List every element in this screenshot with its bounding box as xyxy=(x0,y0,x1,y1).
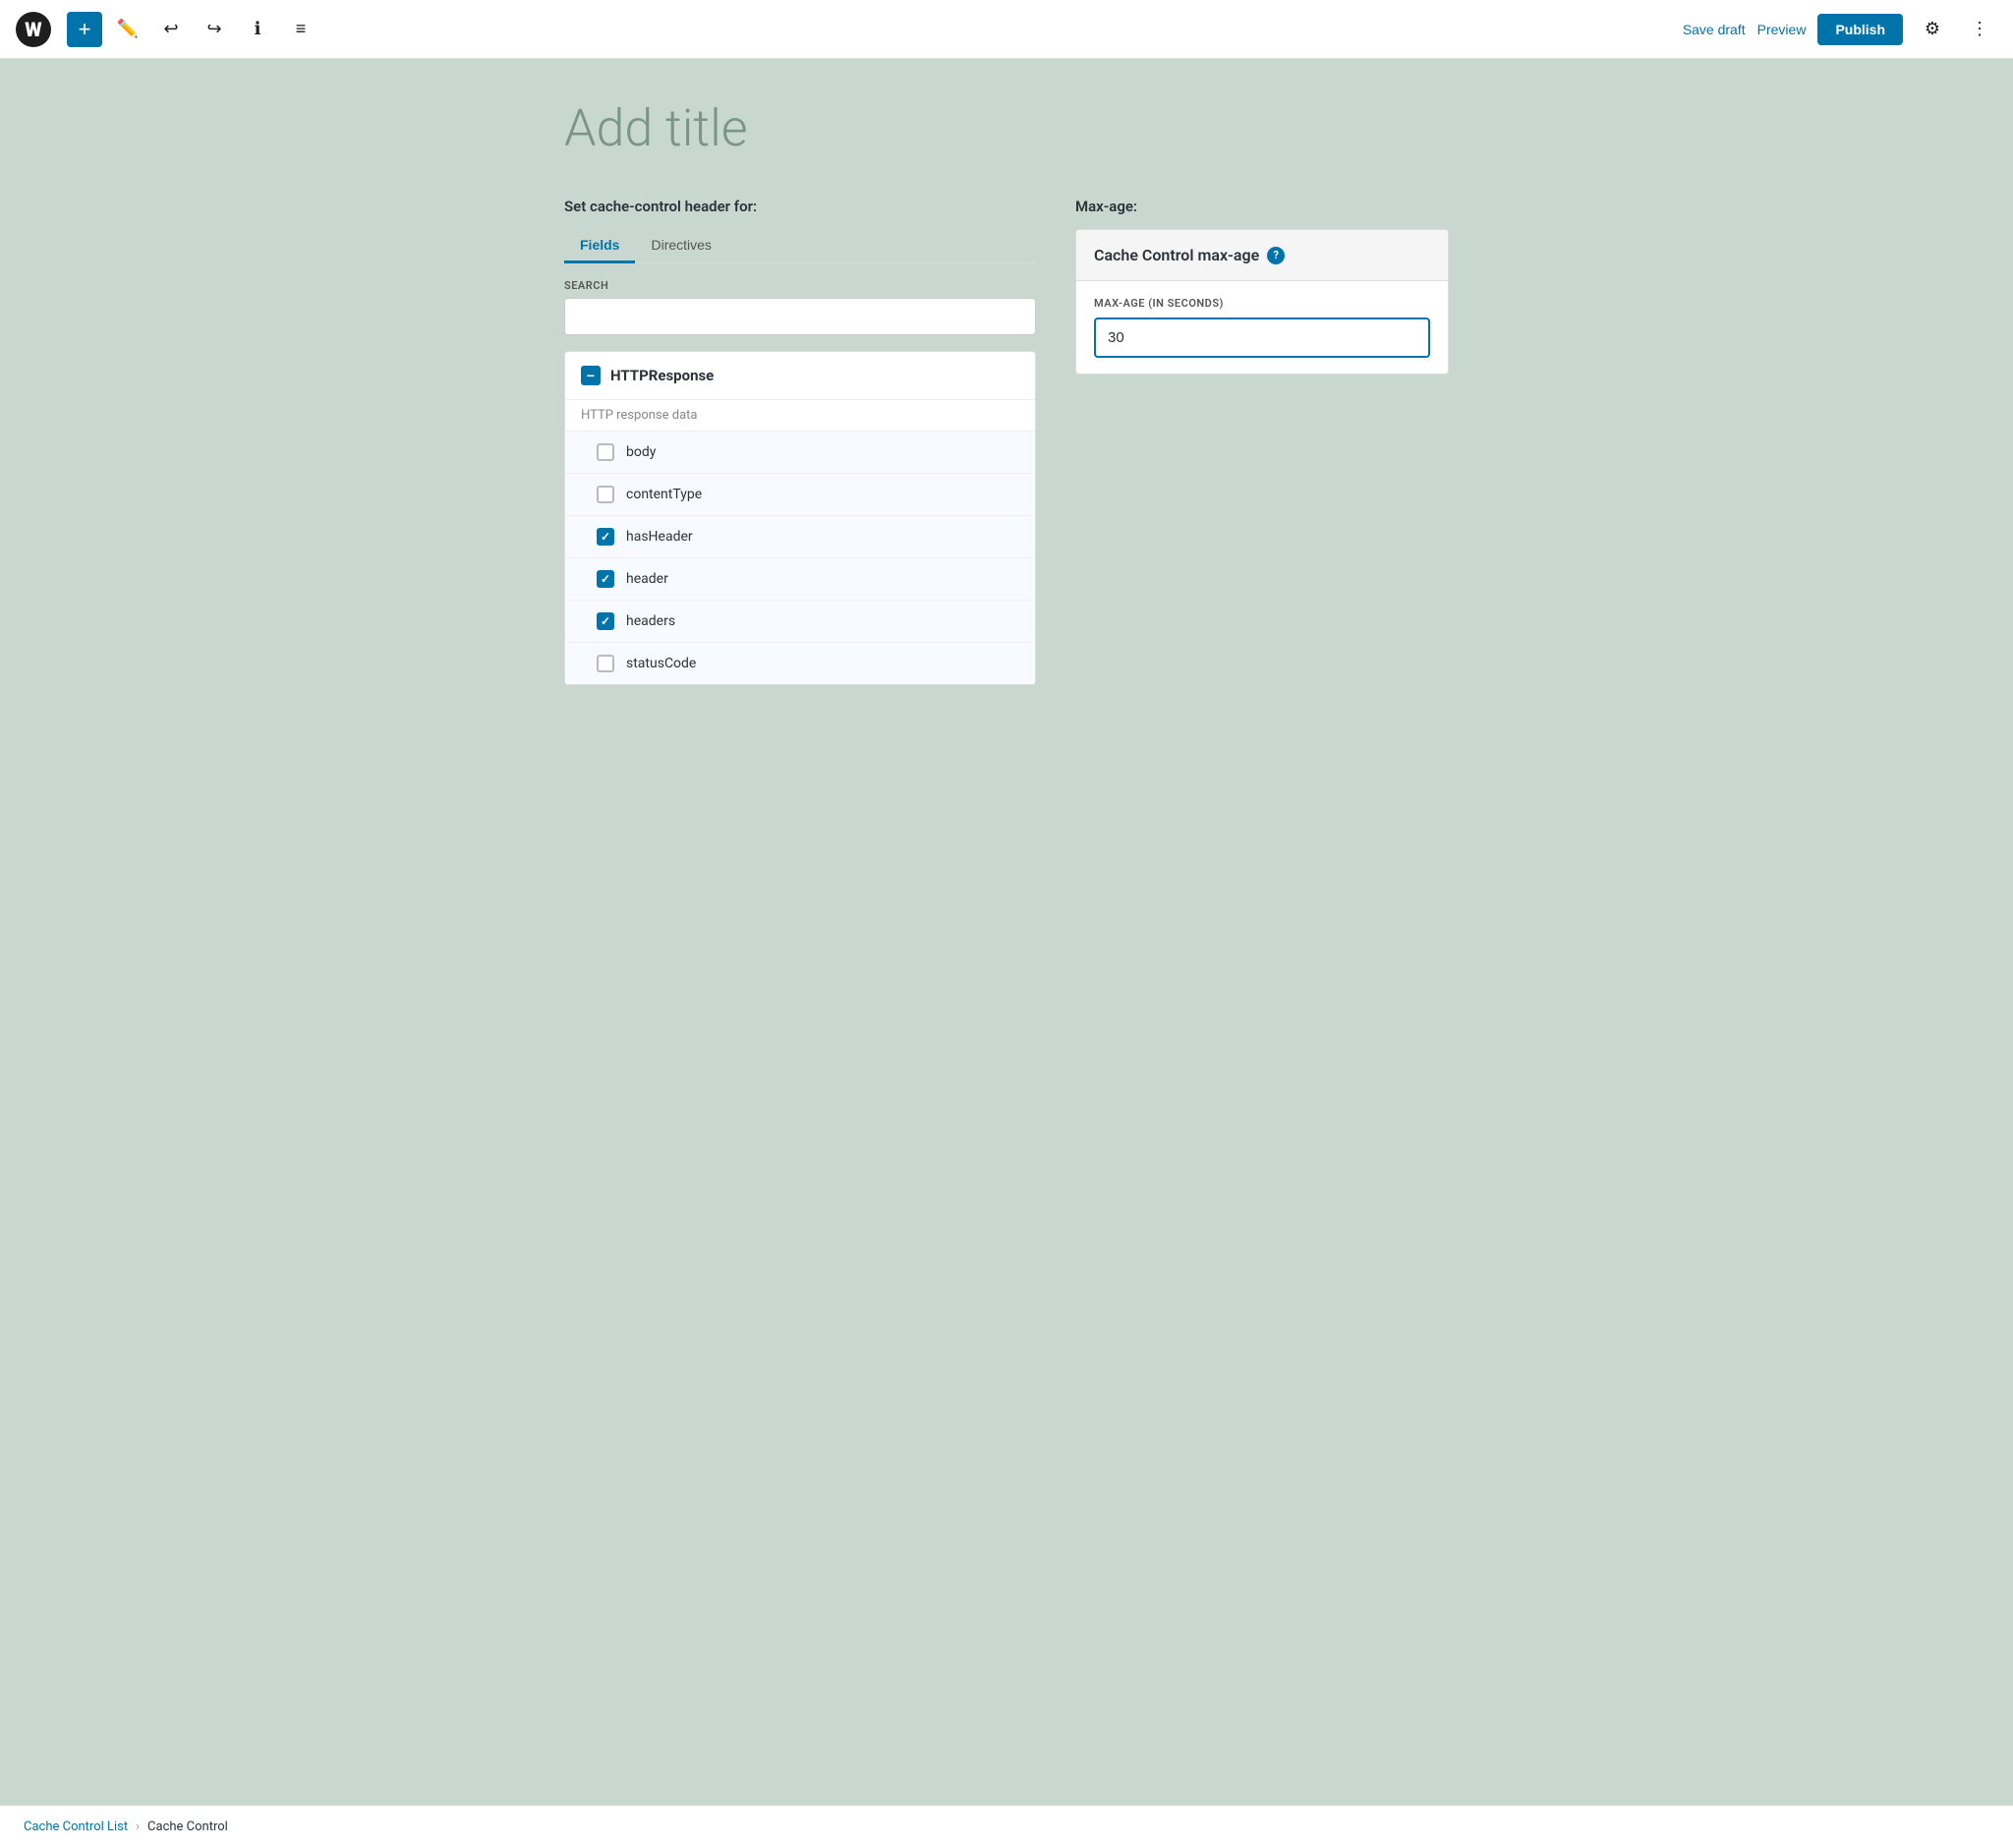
info-button[interactable]: ℹ xyxy=(240,12,275,47)
checkbox-statuscode[interactable] xyxy=(597,655,614,672)
title-area: Add title xyxy=(564,98,1449,158)
tab-directives[interactable]: Directives xyxy=(635,229,726,263)
field-list: − HTTPResponse HTTP response data body c… xyxy=(564,351,1036,685)
checkbox-hasheader[interactable] xyxy=(597,528,614,546)
field-item: hasHeader xyxy=(565,516,1035,558)
field-item: statusCode xyxy=(565,643,1035,684)
edit-mode-button[interactable]: ✏️ xyxy=(110,12,145,47)
max-age-section-label: Max-age: xyxy=(1075,198,1449,215)
max-age-card-header: Cache Control max-age ? xyxy=(1076,230,1448,281)
collapse-group-button[interactable]: − xyxy=(581,366,601,385)
undo-button[interactable]: ↩ xyxy=(153,12,189,47)
field-item: headers xyxy=(565,601,1035,643)
left-panel: Set cache-control header for: Fields Dir… xyxy=(564,198,1036,685)
redo-button[interactable]: ↪ xyxy=(197,12,232,47)
search-label: SEARCH xyxy=(564,279,1036,292)
field-group-header: − HTTPResponse xyxy=(565,352,1035,400)
footer: Cache Control List › Cache Control xyxy=(0,1805,2013,1848)
field-name-headers: headers xyxy=(626,613,675,629)
main-content: Add title Set cache-control header for: … xyxy=(0,59,2013,1805)
max-age-input[interactable] xyxy=(1094,318,1430,358)
title-placeholder[interactable]: Add title xyxy=(564,98,1449,158)
more-options-button[interactable]: ⋮ xyxy=(1962,12,1997,47)
right-panel: Max-age: Cache Control max-age ? MAX-AGE… xyxy=(1075,198,1449,375)
field-item: body xyxy=(565,432,1035,474)
field-item: header xyxy=(565,558,1035,601)
field-item: contentType xyxy=(565,474,1035,516)
field-name-statuscode: statusCode xyxy=(626,656,696,671)
checkbox-header[interactable] xyxy=(597,570,614,588)
editor-area: Set cache-control header for: Fields Dir… xyxy=(564,198,1449,685)
checkbox-body[interactable] xyxy=(597,443,614,461)
group-description: HTTP response data xyxy=(565,400,1035,432)
field-name-contenttype: contentType xyxy=(626,487,702,502)
field-name-hasheader: hasHeader xyxy=(626,529,693,545)
max-age-body: MAX-AGE (IN SECONDS) xyxy=(1076,281,1448,374)
max-age-card-title: Cache Control max-age xyxy=(1094,246,1259,264)
max-age-card: Cache Control max-age ? MAX-AGE (IN SECO… xyxy=(1075,229,1449,375)
publish-button[interactable]: Publish xyxy=(1817,14,1903,45)
search-input[interactable] xyxy=(564,298,1036,335)
settings-button[interactable]: ⚙ xyxy=(1915,12,1950,47)
breadcrumb-current: Cache Control xyxy=(147,1819,228,1834)
list-view-button[interactable]: ≡ xyxy=(283,12,318,47)
group-name: HTTPResponse xyxy=(610,367,714,384)
tab-fields[interactable]: Fields xyxy=(564,229,635,263)
checkbox-headers[interactable] xyxy=(597,612,614,630)
save-draft-button[interactable]: Save draft xyxy=(1683,22,1746,37)
add-block-button[interactable]: + xyxy=(67,12,102,47)
tabs: Fields Directives xyxy=(564,229,1036,263)
breadcrumb-separator: › xyxy=(136,1819,140,1834)
preview-button[interactable]: Preview xyxy=(1757,22,1807,37)
max-age-input-label: MAX-AGE (IN SECONDS) xyxy=(1094,297,1430,310)
topbar-right: Save draft Preview Publish ⚙ ⋮ xyxy=(1683,12,1997,47)
checkbox-contenttype[interactable] xyxy=(597,486,614,503)
topbar: W + ✏️ ↩ ↪ ℹ ≡ Save draft Preview Publis… xyxy=(0,0,2013,59)
section-label: Set cache-control header for: xyxy=(564,198,1036,215)
breadcrumb-link-cache-control-list[interactable]: Cache Control List xyxy=(24,1819,128,1834)
field-name-header: header xyxy=(626,571,668,587)
breadcrumb: Cache Control List › Cache Control xyxy=(24,1819,228,1834)
wp-logo: W xyxy=(16,12,51,47)
help-icon[interactable]: ? xyxy=(1267,247,1285,264)
field-name-body: body xyxy=(626,444,656,460)
